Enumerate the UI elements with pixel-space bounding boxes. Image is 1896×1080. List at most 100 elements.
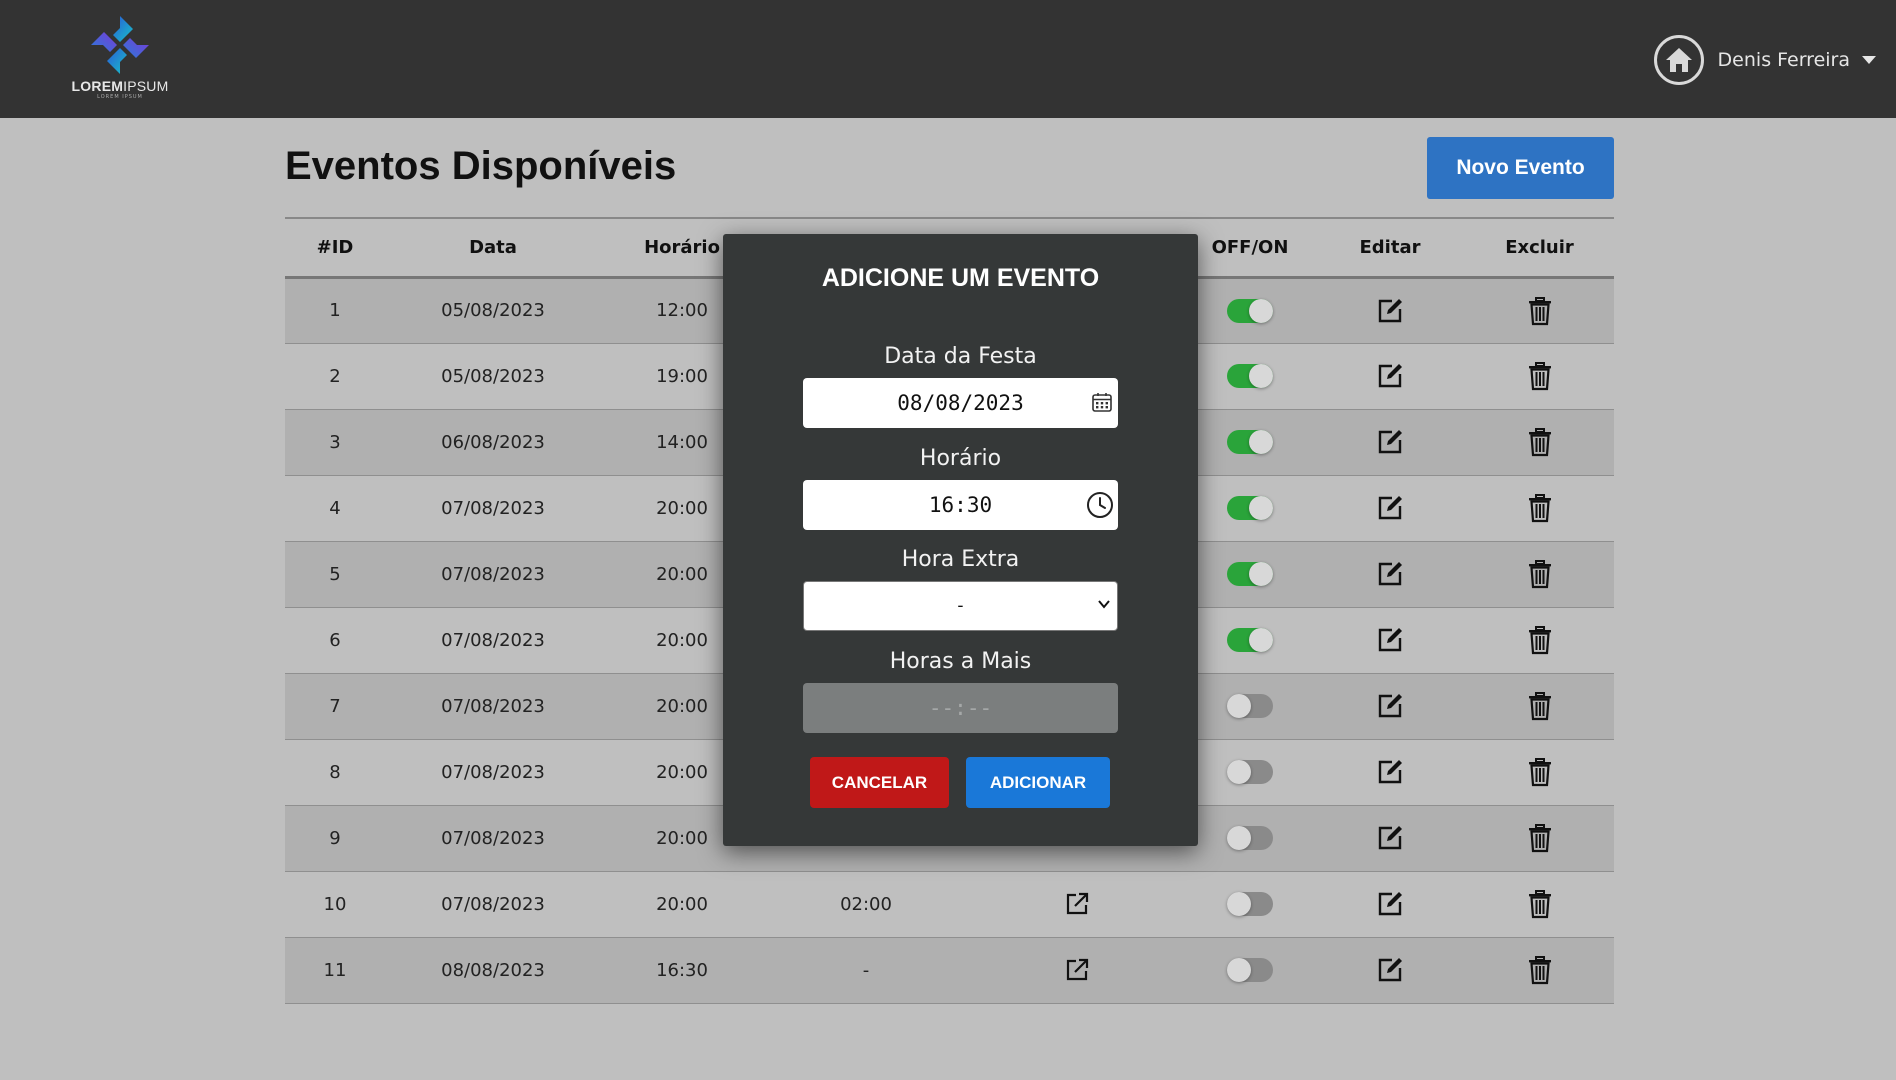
column-header-data: Data: [385, 219, 601, 279]
cell-data: 07/08/2023: [385, 739, 601, 806]
more-hours-input: --:--: [803, 683, 1118, 733]
table-row: 11 08/08/2023 16:30-: [285, 937, 1614, 1004]
logo[interactable]: LOREMIPSUM LOREM IPSUM: [70, 14, 170, 100]
cell-delete: [1465, 475, 1614, 542]
trash-icon[interactable]: [1526, 889, 1554, 919]
trash-icon[interactable]: [1526, 493, 1554, 523]
trash-icon[interactable]: [1526, 296, 1554, 326]
cell-delete: [1465, 673, 1614, 740]
cell-data: 07/08/2023: [385, 607, 601, 674]
cell-link: [969, 871, 1185, 938]
chevron-down-icon[interactable]: [1862, 56, 1876, 64]
trash-icon[interactable]: [1526, 823, 1554, 853]
time-label: Horário: [919, 446, 1002, 471]
trash-icon[interactable]: [1526, 559, 1554, 589]
user-name[interactable]: Denis Ferreira: [1718, 49, 1850, 71]
logo-subtext: LOREM IPSUM: [97, 94, 143, 100]
status-toggle[interactable]: [1227, 430, 1273, 454]
cancel-button[interactable]: CANCELAR: [810, 757, 949, 808]
cell-delete: [1465, 277, 1614, 344]
cell-toggle: [1185, 607, 1315, 674]
edit-icon[interactable]: [1375, 493, 1405, 523]
external-link-icon[interactable]: [1064, 957, 1090, 983]
logo-mark-icon: [91, 16, 149, 74]
toggle-knob: [1249, 628, 1273, 652]
toggle-knob: [1227, 892, 1251, 916]
external-link-icon[interactable]: [1064, 891, 1090, 917]
toggle-knob: [1249, 298, 1273, 323]
status-toggle[interactable]: [1227, 364, 1273, 388]
edit-icon[interactable]: [1375, 955, 1405, 985]
cell-horario: 20:00: [601, 871, 763, 938]
cell-data: 05/08/2023: [385, 343, 601, 410]
status-toggle[interactable]: [1227, 562, 1273, 586]
cell-id: 9: [285, 805, 385, 872]
user-menu[interactable]: Denis Ferreira: [1653, 34, 1876, 86]
cell-edit: [1315, 805, 1465, 872]
trash-icon[interactable]: [1526, 427, 1554, 457]
trash-icon[interactable]: [1526, 955, 1554, 985]
home-icon[interactable]: [1653, 35, 1704, 85]
cell-edit: [1315, 277, 1465, 344]
status-toggle[interactable]: [1227, 958, 1273, 982]
cell-toggle: [1185, 673, 1315, 740]
edit-icon[interactable]: [1375, 296, 1405, 326]
cell-edit: [1315, 541, 1465, 608]
calendar-icon[interactable]: [1090, 390, 1114, 414]
cell-delete: [1465, 607, 1614, 674]
column-header-editar: Editar: [1315, 219, 1465, 279]
extra-hour-select[interactable]: -: [803, 581, 1118, 631]
status-toggle[interactable]: [1227, 760, 1273, 784]
status-toggle[interactable]: [1227, 694, 1273, 718]
logo-text: LOREMIPSUM: [71, 78, 169, 94]
add-button[interactable]: ADICIONAR: [966, 757, 1110, 808]
cell-data: 08/08/2023: [385, 937, 601, 1004]
cell-data: 07/08/2023: [385, 475, 601, 542]
edit-icon[interactable]: [1375, 427, 1405, 457]
cell-edit: [1315, 937, 1465, 1004]
status-toggle[interactable]: [1227, 826, 1273, 850]
status-toggle[interactable]: [1227, 892, 1273, 916]
edit-icon[interactable]: [1375, 625, 1405, 655]
edit-icon[interactable]: [1375, 361, 1405, 391]
cell-toggle: [1185, 541, 1315, 608]
toggle-knob: [1227, 958, 1251, 982]
trash-icon[interactable]: [1526, 757, 1554, 787]
column-header-id: #ID: [285, 219, 385, 279]
cell-toggle: [1185, 871, 1315, 938]
clock-icon[interactable]: [1086, 491, 1114, 519]
trash-icon[interactable]: [1526, 625, 1554, 655]
date-value: 08/08/2023: [897, 391, 1024, 415]
status-toggle[interactable]: [1227, 628, 1273, 652]
trash-icon[interactable]: [1526, 361, 1554, 391]
table-row: 10 07/08/2023 20:00 02:00: [285, 871, 1614, 938]
cell-id: 7: [285, 673, 385, 740]
cell-edit: [1315, 673, 1465, 740]
cell-delete: [1465, 541, 1614, 608]
trash-icon[interactable]: [1526, 691, 1554, 721]
cell-id: 6: [285, 607, 385, 674]
more-hours-placeholder: --:--: [928, 696, 993, 720]
toggle-knob: [1249, 562, 1273, 586]
status-toggle[interactable]: [1227, 298, 1273, 323]
cell-delete: [1465, 343, 1614, 410]
date-input[interactable]: 08/08/2023: [803, 378, 1118, 428]
cell-delete: [1465, 805, 1614, 872]
cell-edit: [1315, 607, 1465, 674]
edit-icon[interactable]: [1375, 691, 1405, 721]
time-input[interactable]: 16:30: [803, 480, 1118, 530]
cell-id: 5: [285, 541, 385, 608]
new-event-button[interactable]: Novo Evento: [1427, 137, 1614, 199]
toggle-knob: [1249, 430, 1273, 454]
page-title: Eventos Disponíveis: [285, 144, 677, 188]
edit-icon[interactable]: [1375, 889, 1405, 919]
status-toggle[interactable]: [1227, 496, 1273, 520]
edit-icon[interactable]: [1375, 823, 1405, 853]
cell-delete: [1465, 409, 1614, 476]
cell-id: 2: [285, 343, 385, 410]
edit-icon[interactable]: [1375, 757, 1405, 787]
toggle-knob: [1227, 826, 1251, 850]
edit-icon[interactable]: [1375, 559, 1405, 589]
toggle-knob: [1227, 760, 1251, 784]
cell-data: 07/08/2023: [385, 541, 601, 608]
